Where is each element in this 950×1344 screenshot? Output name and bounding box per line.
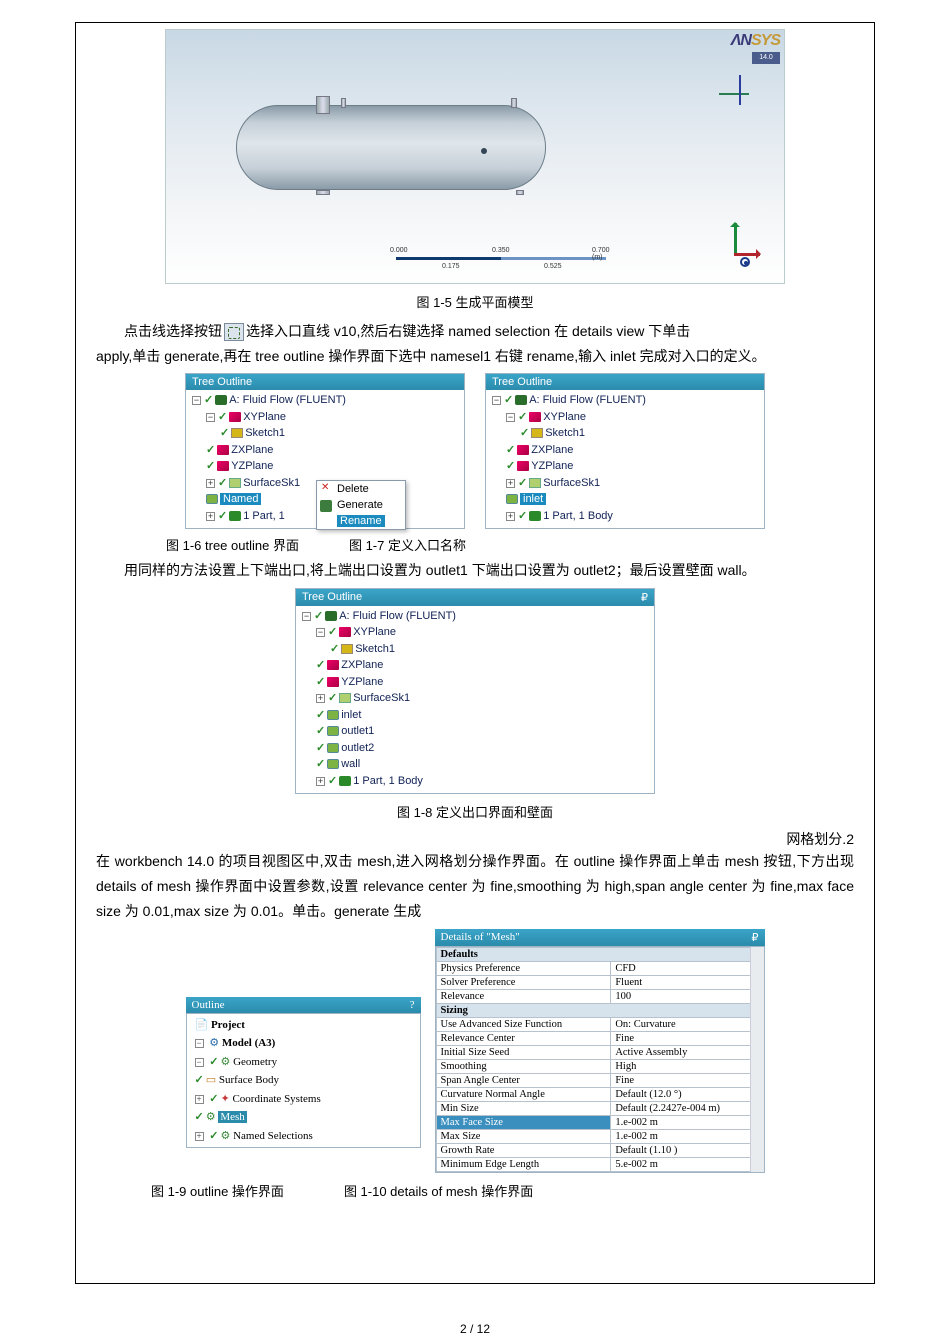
scale-tick: 0.525 (544, 263, 562, 270)
table-row[interactable]: Relevance CenterFine (436, 1031, 763, 1045)
tree-outline-full: Tree Outline₽ −✓A: Fluid Flow (FLUENT) −… (295, 588, 655, 795)
tree-item[interactable]: SurfaceSk1 (543, 477, 600, 489)
table-row[interactable]: Sizing (436, 1003, 763, 1017)
figure-caption: 图 1-6 tree outline 界面 (166, 535, 299, 554)
body-paragraph: 点击线选择按钮选择入口直线 v10,然后右键选择 named selection… (96, 319, 854, 344)
tree-item[interactable]: Sketch1 (355, 643, 395, 655)
table-row[interactable]: Growth RateDefault (1.10 ) (436, 1143, 763, 1157)
tree-item[interactable]: 1 Part, 1 Body (353, 775, 423, 787)
table-row[interactable]: Min SizeDefault (2.2427e-004 m) (436, 1101, 763, 1115)
tree-item[interactable]: Surface Body (219, 1074, 279, 1086)
view-cube-icon (719, 75, 759, 115)
tree-item[interactable]: outlet2 (341, 742, 374, 754)
table-row[interactable]: Max Size1.e-002 m (436, 1129, 763, 1143)
panel-header: Tree Outline (186, 374, 464, 390)
ansys-logo: ΛNSYS (731, 32, 780, 50)
tree-item[interactable]: Project (211, 1019, 245, 1031)
figure-caption: 图 1-7 定义入口名称 (349, 535, 466, 554)
body-paragraph: 用同样的方法设置上下端出口,将上端出口设置为 outlet1 下端出口设置为 o… (96, 558, 854, 583)
tree-item[interactable]: YZPlane (231, 460, 273, 472)
panel-header: Outline? (186, 997, 421, 1013)
tree-item[interactable]: Coordinate Systems (232, 1093, 320, 1105)
menu-item-rename[interactable]: Rename (317, 513, 405, 529)
figure-caption: 图 1-10 details of mesh 操作界面 (344, 1181, 533, 1200)
table-row[interactable]: Curvature Normal AngleDefault (12.0 °) (436, 1087, 763, 1101)
tree-item[interactable]: Geometry (233, 1056, 277, 1068)
table-row[interactable]: Span Angle CenterFine (436, 1073, 763, 1087)
tree-item[interactable]: 1 Part, 1 (243, 510, 285, 522)
tree-item-selected[interactable]: Named (220, 493, 261, 505)
tree-item[interactable]: XYPlane (543, 411, 586, 423)
table-row[interactable]: Relevance100 (436, 989, 763, 1003)
figure-caption: 图 1-5 生成平面模型 (96, 292, 854, 311)
table-row[interactable]: Use Advanced Size FunctionOn: Curvature (436, 1017, 763, 1031)
body-paragraph: apply,单击 generate,再在 tree outline 操作界面下选… (96, 344, 854, 369)
tree-item[interactable]: ZXPlane (531, 444, 573, 456)
tree-item[interactable]: SurfaceSk1 (243, 477, 300, 489)
panel-header: Tree Outline₽ (296, 589, 654, 606)
details-of-mesh-panel: Details of "Mesh"₽ DefaultsPhysics Prefe… (435, 929, 765, 1173)
tree-item[interactable]: Named Selections (233, 1130, 313, 1142)
tree-item[interactable]: outlet1 (341, 725, 374, 737)
tree-item[interactable]: XYPlane (243, 411, 286, 423)
nozzle-icon (341, 98, 346, 108)
menu-item-generate[interactable]: Generate (317, 497, 405, 513)
vessel-model (236, 105, 546, 190)
tree-item-selected[interactable]: inlet (520, 493, 546, 505)
tree-item[interactable]: Sketch1 (545, 427, 585, 439)
body-paragraph: 在 workbench 14.0 的项目视图区中,双击 mesh,进入网格划分操… (96, 849, 854, 925)
support-icon (316, 190, 330, 195)
section-heading: 网格划分.2 (96, 829, 854, 849)
support-icon (516, 190, 524, 195)
tree-item[interactable]: A: Fluid Flow (FLUENT) (229, 394, 346, 406)
panel-header: Details of "Mesh"₽ (435, 929, 765, 946)
scale-tick: 0.350 (492, 247, 510, 254)
tree-item[interactable]: SurfaceSk1 (353, 692, 410, 704)
tree-item[interactable]: YZPlane (341, 676, 383, 688)
table-row[interactable]: SmoothingHigh (436, 1059, 763, 1073)
nozzle-icon (511, 98, 517, 108)
tree-outline-right: Tree Outline −✓A: Fluid Flow (FLUENT) −✓… (485, 373, 765, 529)
scale-tick: 0.175 (442, 263, 460, 270)
tree-item[interactable]: XYPlane (353, 626, 396, 638)
tree-item[interactable]: A: Fluid Flow (FLUENT) (339, 610, 456, 622)
tree-item[interactable]: ZXPlane (341, 659, 383, 671)
context-menu: Delete Generate Rename (316, 480, 406, 530)
table-row[interactable]: Initial Size SeedActive Assembly (436, 1045, 763, 1059)
table-row[interactable]: Physics PreferenceCFD (436, 961, 763, 975)
tree-item[interactable]: Model (A3) (222, 1037, 275, 1049)
menu-item-delete[interactable]: Delete (317, 481, 405, 497)
figure-caption: 图 1-9 outline 操作界面 (151, 1181, 284, 1200)
tree-item[interactable]: wall (341, 758, 360, 770)
table-row[interactable]: Solver PreferenceFluent (436, 975, 763, 989)
axis-triad-icon (712, 223, 762, 273)
tree-item[interactable]: ZXPlane (231, 444, 273, 456)
table-row[interactable]: Minimum Edge Length5.e-002 m (436, 1157, 763, 1171)
table-row[interactable]: Max Face Size1.e-002 m (436, 1115, 763, 1129)
tree-item[interactable]: Sketch1 (245, 427, 285, 439)
tree-item-selected[interactable]: Mesh (218, 1111, 246, 1123)
table-row[interactable]: Defaults (436, 947, 763, 961)
scale-tick: 0.700 (m) (592, 247, 610, 261)
tree-outline-left: Tree Outline −✓A: Fluid Flow (FLUENT) −✓… (185, 373, 465, 529)
tree-item[interactable]: YZPlane (531, 460, 573, 472)
pivot-icon (481, 148, 487, 154)
scale-tick: 0.000 (390, 247, 408, 254)
panel-header: Tree Outline (486, 374, 764, 390)
scale-bar: 0.000 0.350 0.700 (m) 0.175 0.525 (396, 247, 606, 269)
outline-panel: Outline? 📄 Project − ⚙ Model (A3) − ✓⚙ G… (186, 997, 421, 1173)
tree-item[interactable]: 1 Part, 1 Body (543, 510, 613, 522)
ansys-viewport: ΛNSYS 14.0 0.000 0.350 0.700 (m) 0.175 0… (165, 29, 785, 284)
tree-item[interactable]: A: Fluid Flow (FLUENT) (529, 394, 646, 406)
scrollbar[interactable] (750, 947, 764, 1172)
figure-caption: 图 1-8 定义出口界面和壁面 (96, 802, 854, 821)
page-number: 2 / 12 (0, 1322, 950, 1336)
tree-item[interactable]: inlet (341, 709, 361, 721)
line-select-icon (224, 323, 244, 341)
ansys-version-badge: 14.0 (752, 52, 780, 64)
flange-icon (316, 96, 330, 114)
